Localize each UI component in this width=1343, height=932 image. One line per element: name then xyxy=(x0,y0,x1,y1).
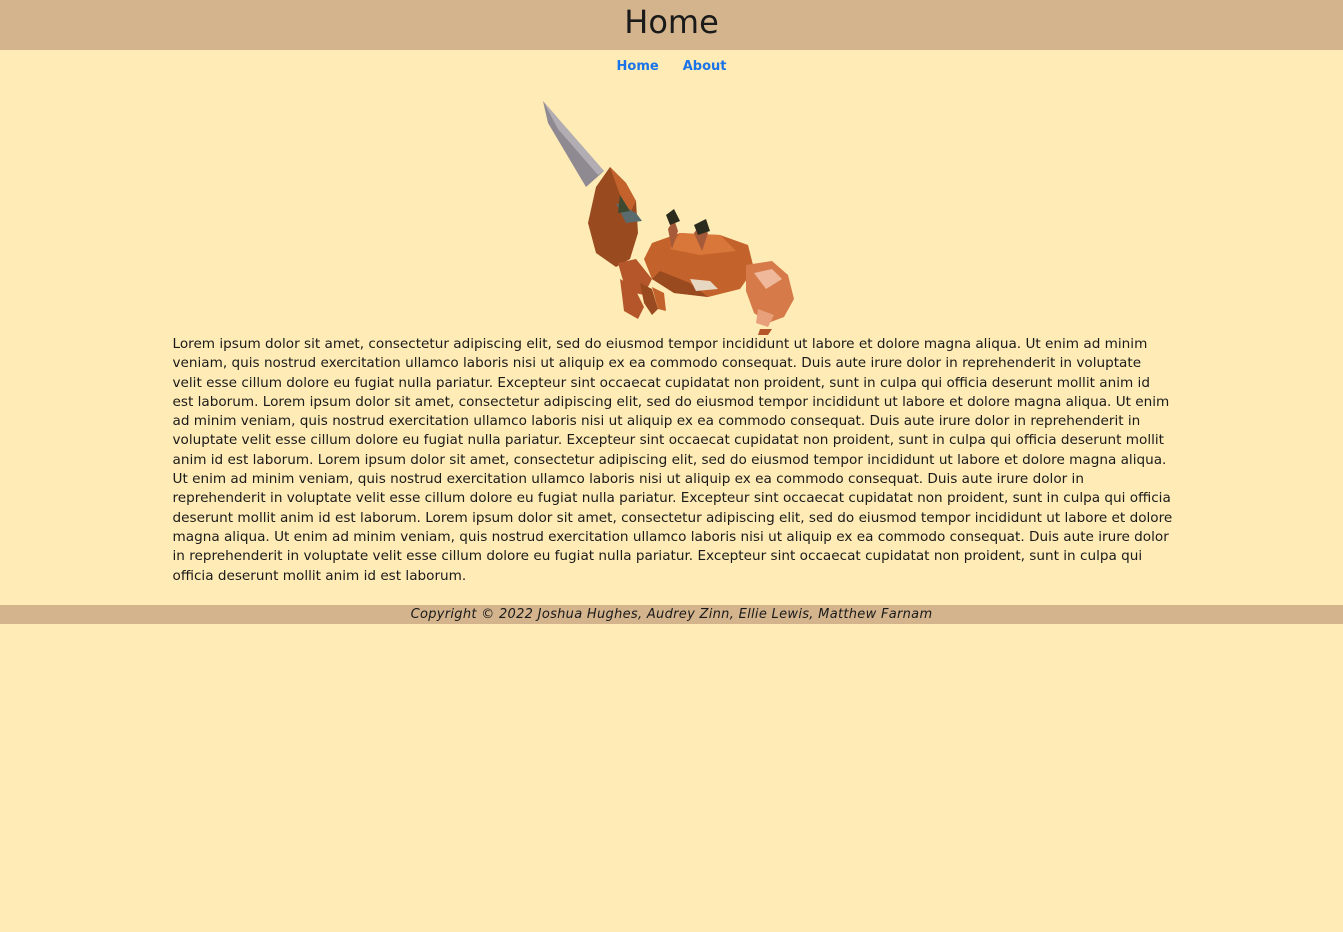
page-footer: Copyright © 2022 Joshua Hughes, Audrey Z… xyxy=(0,604,1343,624)
main-content: Lorem ipsum dolor sit amet, consectetur … xyxy=(171,335,1173,586)
main-nav: Home About xyxy=(0,50,1343,83)
page-title: Home xyxy=(624,3,719,41)
nav-link-about[interactable]: About xyxy=(671,59,739,74)
hero-image xyxy=(0,83,1343,335)
crab-with-sword-icon xyxy=(543,101,794,335)
page-header: Home xyxy=(0,0,1343,50)
body-paragraph: Lorem ipsum dolor sit amet, consectetur … xyxy=(172,336,1173,584)
copyright-text: Copyright © 2022 Joshua Hughes, Audrey Z… xyxy=(410,606,933,622)
nav-link-home[interactable]: Home xyxy=(605,59,671,74)
